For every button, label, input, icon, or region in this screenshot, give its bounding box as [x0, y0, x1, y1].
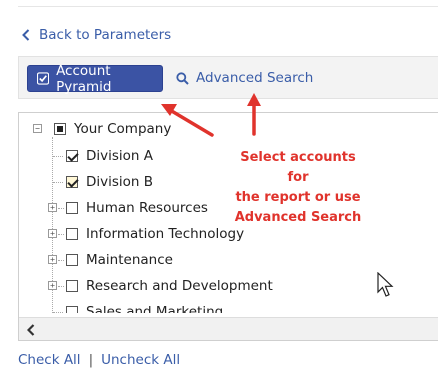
expand-plus-icon[interactable]: + — [48, 203, 57, 212]
node-checkbox[interactable] — [66, 254, 78, 266]
selection-toolbar: Account Pyramid Advanced Search — [18, 56, 438, 99]
back-to-parameters-link[interactable]: Back to Parameters — [22, 27, 171, 43]
node-checkbox[interactable] — [66, 280, 78, 292]
node-checkbox[interactable] — [66, 202, 78, 214]
tree-root-node: − Your Company — [19, 119, 438, 139]
tree-connector — [58, 286, 64, 287]
scroll-left-arrow-icon[interactable] — [27, 324, 35, 336]
root-checkbox[interactable] — [54, 123, 66, 135]
tree-connector — [53, 156, 63, 157]
check-all-link[interactable]: Check All — [18, 352, 81, 368]
account-pyramid-label: Account Pyramid — [56, 62, 112, 95]
callout-line: Select accounts for — [240, 150, 356, 185]
advanced-search-link[interactable]: Advanced Search — [176, 70, 313, 86]
tree-node-label[interactable]: Maintenance — [86, 252, 173, 268]
uncheck-all-link[interactable]: Uncheck All — [101, 352, 180, 368]
tree-node-label[interactable]: Research and Development — [86, 278, 273, 294]
callout-line: Advanced Search — [234, 210, 362, 225]
tree-node: + Research and Development — [19, 276, 438, 296]
collapse-minus-icon[interactable]: − — [33, 124, 42, 133]
tree-node-label[interactable]: Your Company — [74, 121, 171, 137]
tree-node-label[interactable]: Human Resources — [86, 200, 208, 216]
mouse-cursor-icon — [377, 272, 394, 297]
tree-node: Sales and Marketing — [19, 302, 438, 313]
tree-node-label[interactable]: Division A — [86, 148, 153, 164]
tree-connector — [58, 208, 64, 209]
expand-plus-icon[interactable]: + — [48, 229, 57, 238]
callout-annotation: Select accounts for the report or use Ad… — [228, 148, 368, 228]
tree-connector — [58, 234, 64, 235]
horizontal-scrollbar[interactable] — [19, 317, 438, 340]
tree-node-label[interactable]: Information Technology — [86, 226, 244, 242]
tree-connector — [58, 260, 64, 261]
tree-node: + Maintenance — [19, 250, 438, 270]
node-checkbox[interactable] — [66, 306, 78, 313]
tree-connector — [53, 182, 63, 183]
tree-connector — [53, 312, 63, 313]
expand-plus-icon[interactable]: + — [48, 255, 57, 264]
advanced-search-label: Advanced Search — [196, 70, 314, 86]
back-link-label[interactable]: Back to Parameters — [39, 27, 171, 43]
search-icon — [176, 71, 189, 85]
tree-node-label[interactable]: Division B — [86, 174, 153, 190]
node-checkbox[interactable] — [66, 176, 78, 188]
footer-links: Check All | Uncheck All — [18, 352, 180, 368]
checkbox-check-icon — [37, 72, 50, 85]
expand-plus-icon[interactable]: + — [48, 281, 57, 290]
chevron-left-icon — [22, 29, 30, 41]
footer-separator: | — [88, 352, 94, 368]
node-checkbox[interactable] — [66, 228, 78, 240]
callout-line: the report or use — [235, 190, 361, 205]
node-checkbox[interactable] — [66, 150, 78, 162]
account-pyramid-button[interactable]: Account Pyramid — [27, 62, 163, 95]
top-divider — [18, 6, 438, 7]
tree-node-label[interactable]: Sales and Marketing — [86, 304, 223, 313]
